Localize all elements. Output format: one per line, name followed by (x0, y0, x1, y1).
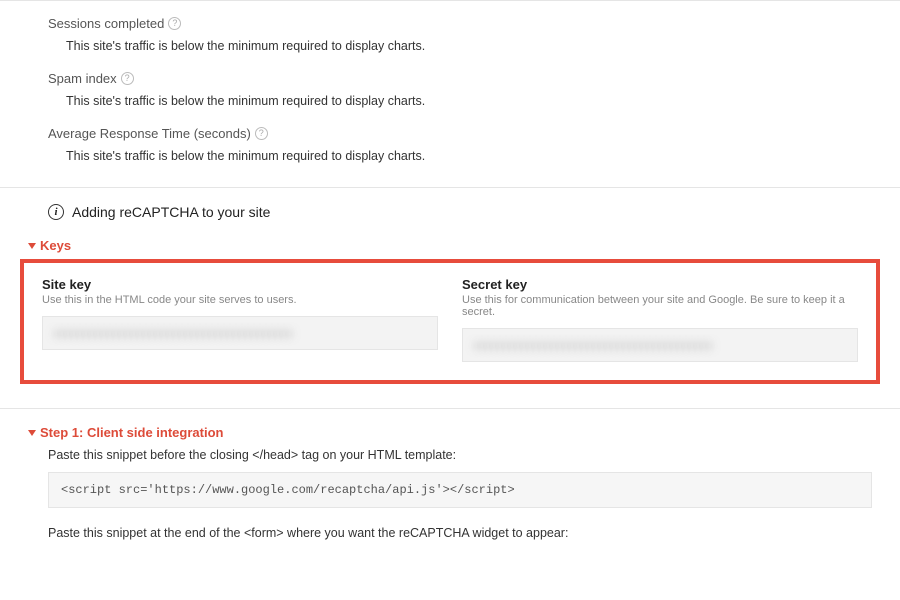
metric-sessions: Sessions completed ? This site's traffic… (48, 16, 900, 53)
step1-line1: Paste this snippet before the closing </… (48, 448, 872, 462)
metric-sessions-msg: This site's traffic is below the minimum… (66, 39, 900, 53)
site-key-col: Site key Use this in the HTML code your … (42, 277, 438, 362)
caret-down-icon (28, 243, 36, 249)
adding-title: Adding reCAPTCHA to your site (72, 204, 270, 220)
help-icon[interactable]: ? (121, 72, 134, 85)
metric-art-label: Average Response Time (seconds) (48, 126, 251, 141)
metric-spam-title: Spam index ? (48, 71, 900, 86)
metric-art-title: Average Response Time (seconds) ? (48, 126, 900, 141)
step1-heading-label: Step 1: Client side integration (40, 425, 223, 440)
step1-code[interactable]: <script src='https://www.google.com/reca… (48, 472, 872, 508)
metric-sessions-title: Sessions completed ? (48, 16, 900, 31)
secret-key-label: Secret key (462, 277, 858, 292)
section-divider (0, 187, 900, 188)
keys-heading[interactable]: Keys (28, 238, 900, 253)
secret-key-col: Secret key Use this for communication be… (462, 277, 858, 362)
section-divider (0, 408, 900, 409)
help-icon[interactable]: ? (168, 17, 181, 30)
keys-highlight-box: Site key Use this in the HTML code your … (20, 259, 880, 384)
caret-down-icon (28, 430, 36, 436)
help-icon[interactable]: ? (255, 127, 268, 140)
metric-sessions-label: Sessions completed (48, 16, 164, 31)
keys-heading-label: Keys (40, 238, 71, 253)
info-icon: i (48, 204, 64, 220)
metric-spam-msg: This site's traffic is below the minimum… (66, 94, 900, 108)
site-key-field[interactable]: xxxxxxxxxxxxxxxxxxxxxxxxxxxxxxxxxxxxxxxx (42, 316, 438, 350)
metric-spam-label: Spam index (48, 71, 117, 86)
metric-spam: Spam index ? This site's traffic is belo… (48, 71, 900, 108)
top-divider (0, 0, 900, 1)
step1-line2: Paste this snippet at the end of the <fo… (48, 526, 872, 540)
secret-key-desc: Use this for communication between your … (462, 294, 858, 318)
metric-art: Average Response Time (seconds) ? This s… (48, 126, 900, 163)
site-key-desc: Use this in the HTML code your site serv… (42, 294, 438, 306)
adding-section-head: i Adding reCAPTCHA to your site (48, 204, 900, 220)
step1-heading[interactable]: Step 1: Client side integration (28, 425, 900, 440)
site-key-label: Site key (42, 277, 438, 292)
step1-body: Paste this snippet before the closing </… (48, 448, 872, 540)
secret-key-field[interactable]: xxxxxxxxxxxxxxxxxxxxxxxxxxxxxxxxxxxxxxxx (462, 328, 858, 362)
metric-art-msg: This site's traffic is below the minimum… (66, 149, 900, 163)
